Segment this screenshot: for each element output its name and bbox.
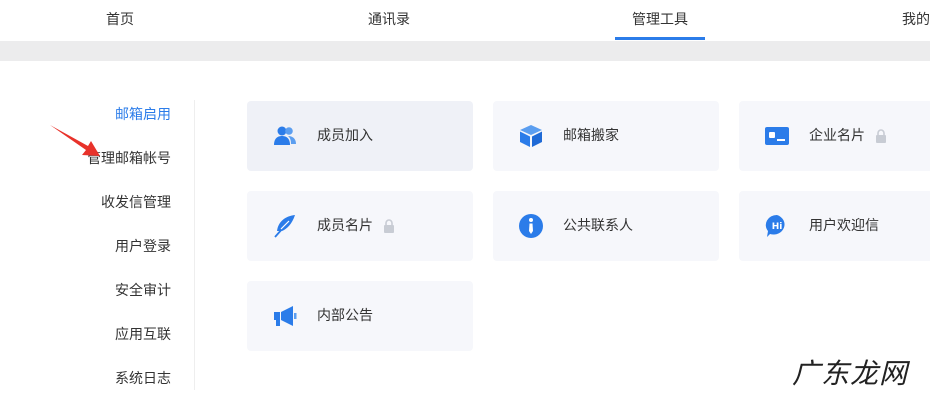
- tool-label: 邮箱搬家: [563, 128, 619, 144]
- lock-icon: [384, 219, 394, 233]
- tool-card-member-card[interactable]: 成员名片: [247, 191, 473, 261]
- tool-label: 用户欢迎信: [809, 218, 879, 234]
- sidebar-item-mailbox-enable[interactable]: 邮箱启用: [115, 104, 171, 124]
- hi-chat-icon: Hi: [765, 214, 785, 237]
- tab-home[interactable]: 首页: [106, 0, 134, 41]
- tool-card-member-join[interactable]: 成员加入: [247, 101, 473, 171]
- tab-mine[interactable]: 我的: [902, 0, 930, 41]
- tool-label: 成员加入: [317, 128, 373, 144]
- business-card-icon: [765, 127, 789, 145]
- sidebar-divider: [194, 100, 195, 390]
- header-divider-bar: [0, 41, 930, 61]
- tab-admin-tools[interactable]: 管理工具: [632, 0, 688, 41]
- tool-card-mailbox-migration[interactable]: 邮箱搬家: [493, 101, 719, 171]
- sidebar-item-user-login[interactable]: 用户登录: [115, 236, 171, 256]
- tool-label: 公共联系人: [563, 218, 633, 234]
- top-navigation: 首页 通讯录 管理工具 我的: [0, 0, 930, 41]
- tool-label: 成员名片: [317, 218, 373, 234]
- sidebar-item-security-audit[interactable]: 安全审计: [115, 280, 171, 300]
- svg-text:Hi: Hi: [772, 222, 783, 232]
- box-icon: [520, 125, 542, 147]
- sidebar-item-mail-management[interactable]: 收发信管理: [101, 192, 171, 212]
- members-icon: [274, 126, 296, 145]
- tool-card-public-contacts[interactable]: 公共联系人: [493, 191, 719, 261]
- feather-icon: [274, 215, 295, 238]
- megaphone-icon: [274, 306, 297, 326]
- tab-contacts[interactable]: 通讯录: [368, 0, 410, 41]
- tool-card-welcome-letter[interactable]: Hi 用户欢迎信: [739, 191, 930, 261]
- tool-label: 企业名片: [809, 128, 865, 144]
- tool-label: 内部公告: [317, 308, 373, 324]
- tool-card-internal-notice[interactable]: 内部公告: [247, 281, 473, 351]
- sidebar-item-app-integration[interactable]: 应用互联: [115, 324, 171, 344]
- active-tab-indicator: [615, 37, 705, 40]
- tool-card-business-card[interactable]: 企业名片: [739, 101, 930, 171]
- info-tie-icon: [519, 214, 543, 238]
- red-arrow-annotation: [50, 125, 100, 156]
- watermark-logo: 广东龙网: [792, 357, 909, 390]
- lock-icon: [876, 129, 886, 143]
- sidebar-item-system-log[interactable]: 系统日志: [115, 368, 171, 388]
